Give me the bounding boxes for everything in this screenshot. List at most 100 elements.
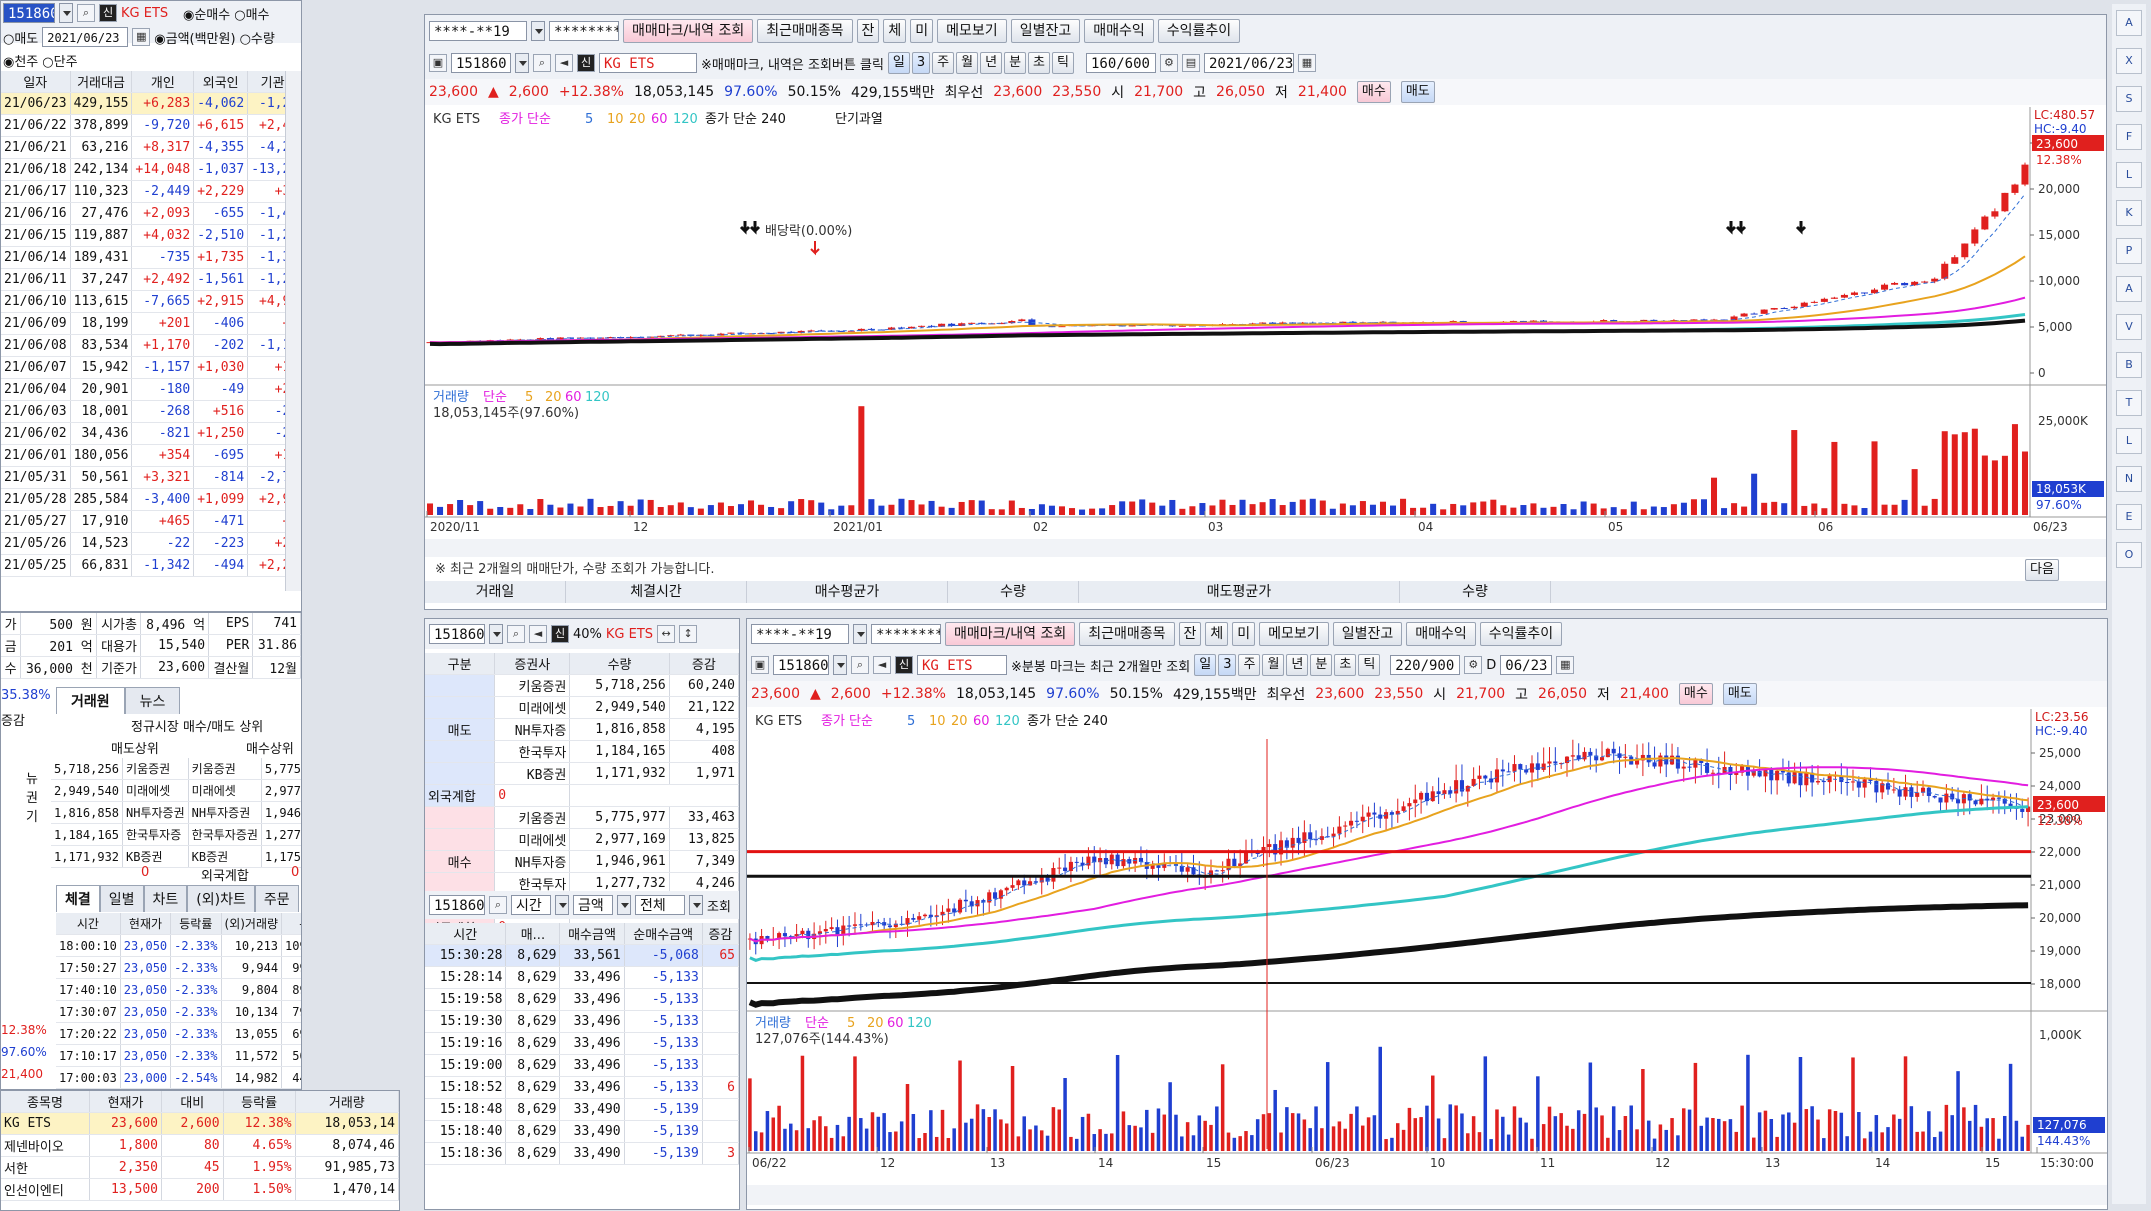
period-button[interactable]: 3 <box>911 52 931 74</box>
table-row[interactable]: 17:30:0723,050-2.33%10,13479,689 <box>56 1000 301 1023</box>
tool-icon[interactable]: A <box>2116 276 2142 302</box>
trade-tab[interactable]: (외)차트 <box>187 885 255 912</box>
table-row[interactable]: 17:40:1023,050-2.33%9,80489,493 <box>56 978 301 1001</box>
chart-code-input[interactable]: 151860 <box>451 53 511 73</box>
chart-code-dropdown[interactable] <box>833 655 847 675</box>
period-button[interactable]: 일 <box>1194 654 1217 676</box>
col-header[interactable]: 현재가 <box>89 1091 163 1113</box>
chart-date-input[interactable]: 06/23 <box>1500 655 1553 675</box>
toolbar-button[interactable]: 미 <box>910 19 934 43</box>
toolbar-button[interactable]: 일별잔고 <box>1332 622 1403 646</box>
period-button[interactable]: 주 <box>1238 654 1261 676</box>
settings-icon[interactable]: ⚙ <box>1464 656 1483 674</box>
program-opt-all-dropdown[interactable] <box>689 895 703 915</box>
count-input[interactable]: 220/900 <box>1390 655 1461 675</box>
table-row[interactable]: 21/06/11 37,247 +2,492 -1,561 -1,245 <box>1 268 301 291</box>
buy-button[interactable]: 매수 <box>1356 81 1391 103</box>
period-button[interactable]: 월 <box>1262 654 1285 676</box>
tool-icon[interactable]: B <box>2116 352 2142 378</box>
trade-col-header[interactable]: 체결시간 <box>566 581 747 603</box>
table-row[interactable]: 21/06/23 429,155 +6,283 -4,062 -1,215 <box>1 92 301 115</box>
account-input[interactable]: ****-**19 <box>751 624 849 644</box>
col-header[interactable]: 순매수금액 <box>624 923 703 945</box>
col-header[interactable]: 외국인 <box>193 71 249 93</box>
password-input[interactable]: ******** <box>871 624 941 644</box>
bottom-price-chart[interactable]: KG ETS 종가 단순 5 10 20 60 120 종가 단순 240 LC:23.56HC… <box>747 709 2107 1179</box>
table-row[interactable]: 15:18:48 8,629 33,490 -5,139 <box>425 1098 739 1121</box>
table-row[interactable]: 21/06/15 119,887 +4,032 -2,510 -1,243 <box>1 224 301 247</box>
updown-icon[interactable]: ↕ <box>679 625 698 643</box>
table-row[interactable]: 21/05/25 66,831 -1,342 -494 +2,284 <box>1 554 301 577</box>
layout-icon[interactable]: ▣ <box>429 54 447 72</box>
toolbar-button[interactable]: 매매수익 <box>1084 19 1154 43</box>
col-header[interactable]: 개인 <box>131 71 195 93</box>
table-row[interactable]: 15:18:36 8,629 33,490 -5,139 3 <box>425 1142 739 1165</box>
table-row[interactable]: 21/06/0715,942-1,157+1,030+100 <box>1 356 301 379</box>
table-row[interactable]: 21/06/0918,199+201-406+23 <box>1 312 301 335</box>
trade-col-header[interactable]: 매수평균가 <box>747 581 948 603</box>
toolbar-button[interactable]: 메모보기 <box>1259 622 1329 646</box>
calendar-icon[interactable]: ▦ <box>1297 54 1316 72</box>
code-input[interactable]: 151860 <box>3 3 55 23</box>
broker-row[interactable]: 키움증권 5,718,256 60,240 <box>425 674 739 697</box>
table-row[interactable]: 21/06/10 113,615 -7,665 +2,915 +4,940 <box>1 290 301 313</box>
table-row[interactable]: 18:00:1023,050-2.33%10,213109,650 <box>56 934 301 957</box>
table-row[interactable]: 17:00:0323,000-2.54%14,98244,928 <box>56 1066 301 1089</box>
broker-row[interactable]: 매도 NH투자증 1,816,858 4,195 <box>425 718 739 741</box>
program-opt-time-dropdown[interactable] <box>555 895 569 915</box>
period-button[interactable]: 초 <box>1334 654 1357 676</box>
tool-icon[interactable]: F <box>2116 124 2142 150</box>
period-button[interactable]: 초 <box>1028 52 1050 74</box>
radio-qty[interactable]: ○수량 <box>240 28 275 47</box>
period-button[interactable]: 3 <box>1218 654 1237 676</box>
table-row[interactable]: 21/06/08 83,534 +1,170 -202 -1,103 <box>1 334 301 357</box>
table-row[interactable]: 21/06/18 242,134 +14,048 -1,037 -13,294 <box>1 158 301 181</box>
program-opt-amount[interactable]: 금액 <box>573 895 613 915</box>
broker-row[interactable]: 1,171,932KB증권KB증권1,175,873 <box>51 845 301 868</box>
sound-icon[interactable]: ◄ <box>555 54 573 72</box>
top-price-chart[interactable]: KG ETS 종가 단순 5 10 20 60 120 종가 단순 240 단기과열 LC:480… <box>425 107 2106 539</box>
search-icon[interactable]: ⌕ <box>77 4 95 22</box>
broker-row[interactable]: 매수 NH투자증 1,946,961 7,349 <box>425 850 739 873</box>
col-header[interactable]: 매수금액 <box>559 923 625 945</box>
buy-button[interactable]: 매수 <box>1678 683 1713 705</box>
toolbar-button[interactable]: 잔 <box>856 19 880 43</box>
radio-single[interactable]: ○단주 <box>42 51 77 70</box>
password-input[interactable]: ******** <box>549 21 619 41</box>
col-header[interactable]: 등락률 <box>170 913 222 935</box>
toolbar-button[interactable]: 잔 <box>1178 622 1202 646</box>
broker-row[interactable]: 2,949,540미래에셋미래에셋2,977,169 <box>51 779 301 802</box>
table-row[interactable]: 21/06/0318,001-268+516-282 <box>1 400 301 423</box>
radio-buy[interactable]: ○매수 <box>234 4 269 23</box>
period-button[interactable]: 틱 <box>1052 52 1074 74</box>
sell-button[interactable]: 매도 <box>1400 81 1435 103</box>
table-row[interactable]: 17:50:2723,050-2.33%9,94499,437 <box>56 956 301 979</box>
date-input[interactable]: 2021/06/23 <box>42 27 129 47</box>
watchlist-row[interactable]: KG ETS 23,600 2,600 12.38% 18,053,14 <box>1 1112 399 1135</box>
broker-row[interactable]: 1,184,165한국투자증한국투자증권1,277,732 <box>51 823 301 846</box>
toolbar-button[interactable]: 최근매매종목 <box>757 19 853 43</box>
side-news-1[interactable]: 뉴 <box>26 768 46 787</box>
period-button[interactable]: 분 <box>1004 52 1027 74</box>
top-chart-scrollbar[interactable] <box>425 539 2106 557</box>
broker-row[interactable]: KB증권 1,171,932 1,971 <box>425 762 739 785</box>
table-row[interactable]: 15:19:16 8,629 33,496 -5,133 <box>425 1032 739 1055</box>
broker-row[interactable]: 한국투자 1,184,165 408 <box>425 740 739 763</box>
program-opt-time[interactable]: 시간 <box>511 895 551 915</box>
table-row[interactable]: 17:20:2223,050-2.33%13,05569,555 <box>56 1022 301 1045</box>
broker-code-dropdown[interactable] <box>489 624 503 644</box>
code-dropdown[interactable] <box>59 3 73 23</box>
table-row[interactable]: 21/05/31 50,561 +3,321 -814 -2,790 <box>1 466 301 489</box>
layout-icon[interactable]: ▣ <box>751 656 769 674</box>
program-opt-amount-dropdown[interactable] <box>617 895 631 915</box>
search-icon[interactable]: ⌕ <box>851 656 869 674</box>
next-button[interactable]: 다음 <box>2025 559 2059 581</box>
table-row[interactable]: 21/06/16 27,476 +2,093 -655 -1,439 <box>1 202 301 225</box>
toolbar-button[interactable]: 메모보기 <box>937 19 1007 43</box>
table-row[interactable]: 17:10:1723,050-2.33%11,57256,500 <box>56 1044 301 1067</box>
sound-icon[interactable]: ◄ <box>873 656 891 674</box>
broker-row[interactable]: 미래에셋 2,949,540 21,122 <box>425 696 739 719</box>
table-row[interactable]: 15:28:14 8,629 33,496 -5,133 <box>425 966 739 989</box>
table-row[interactable]: 15:18:52 8,629 33,496 -5,133 6 <box>425 1076 739 1099</box>
table-row[interactable]: 21/06/0234,436-821+1,250-200 <box>1 422 301 445</box>
